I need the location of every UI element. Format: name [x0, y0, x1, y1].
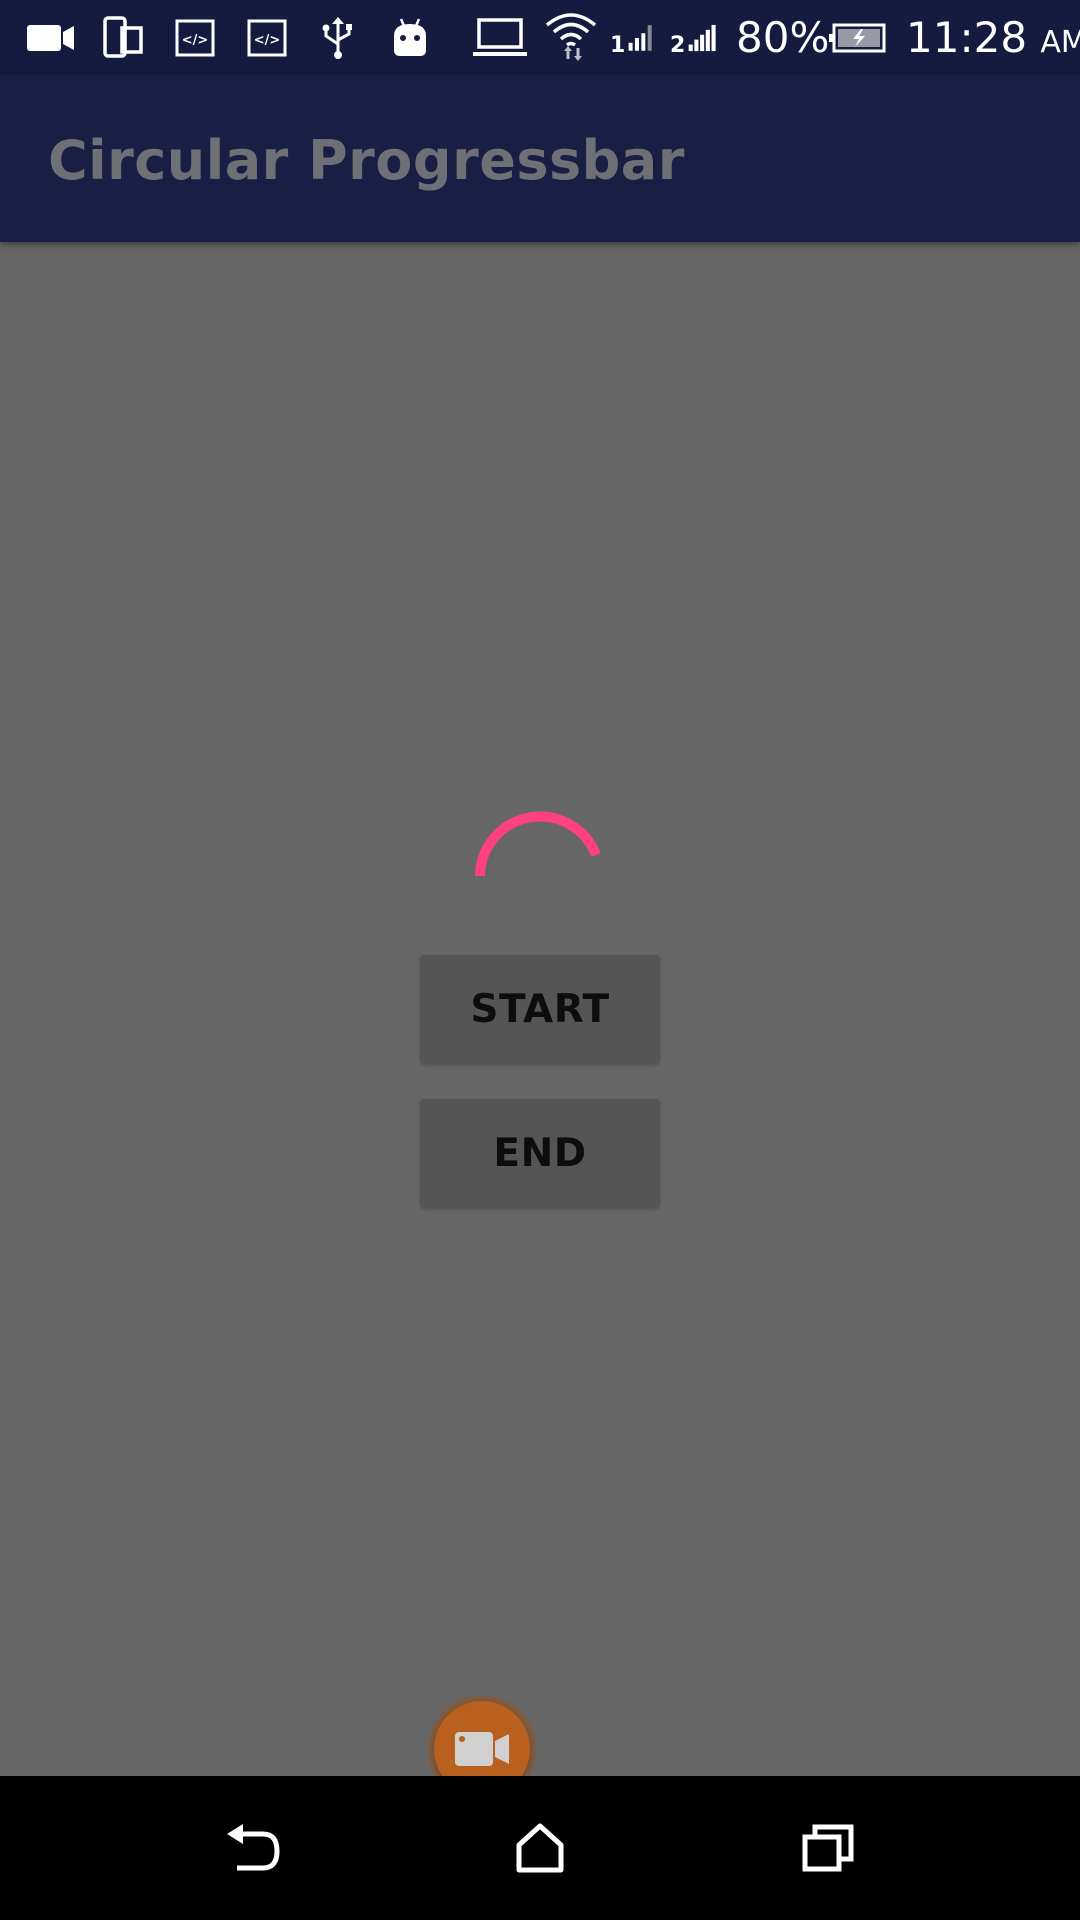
end-button[interactable]: END	[420, 1099, 660, 1207]
start-button[interactable]: START	[420, 955, 660, 1063]
home-icon	[516, 1823, 564, 1873]
recent-apps-icon	[802, 1824, 854, 1872]
svg-text:</>: </>	[254, 33, 281, 48]
back-button[interactable]	[193, 1798, 313, 1898]
clock-time: 11:28	[906, 13, 1028, 62]
laptop-icon	[472, 14, 528, 62]
phone-tablet-icon	[102, 14, 144, 62]
svg-text:</>: </>	[182, 33, 209, 48]
signal-sim2-icon: 2	[670, 14, 720, 62]
home-button[interactable]	[480, 1798, 600, 1898]
back-icon	[227, 1824, 280, 1871]
navigation-bar	[0, 1776, 1080, 1920]
clock: 11:28 AM	[906, 10, 1080, 66]
signal-sim1-icon: 1	[610, 14, 656, 62]
clock-ampm: AM	[1040, 25, 1080, 60]
android-debug-icon	[390, 14, 430, 62]
battery-percent: 80%	[736, 13, 830, 62]
status-bar: </> </> 1 2 80% 11:28 AM	[0, 0, 1080, 75]
video-camera-icon	[455, 1732, 509, 1766]
page-title: Circular Progressbar	[48, 129, 685, 192]
wifi-icon	[544, 8, 598, 66]
app-bar: Circular Progressbar	[0, 75, 1080, 242]
usb-icon	[320, 14, 356, 62]
battery-charging-icon	[828, 14, 886, 62]
code-icon: </>	[247, 14, 287, 62]
code-icon: </>	[175, 14, 215, 62]
video-camera-icon	[26, 14, 76, 62]
circular-progress-indicator	[475, 811, 601, 877]
recent-apps-button[interactable]	[768, 1798, 888, 1898]
